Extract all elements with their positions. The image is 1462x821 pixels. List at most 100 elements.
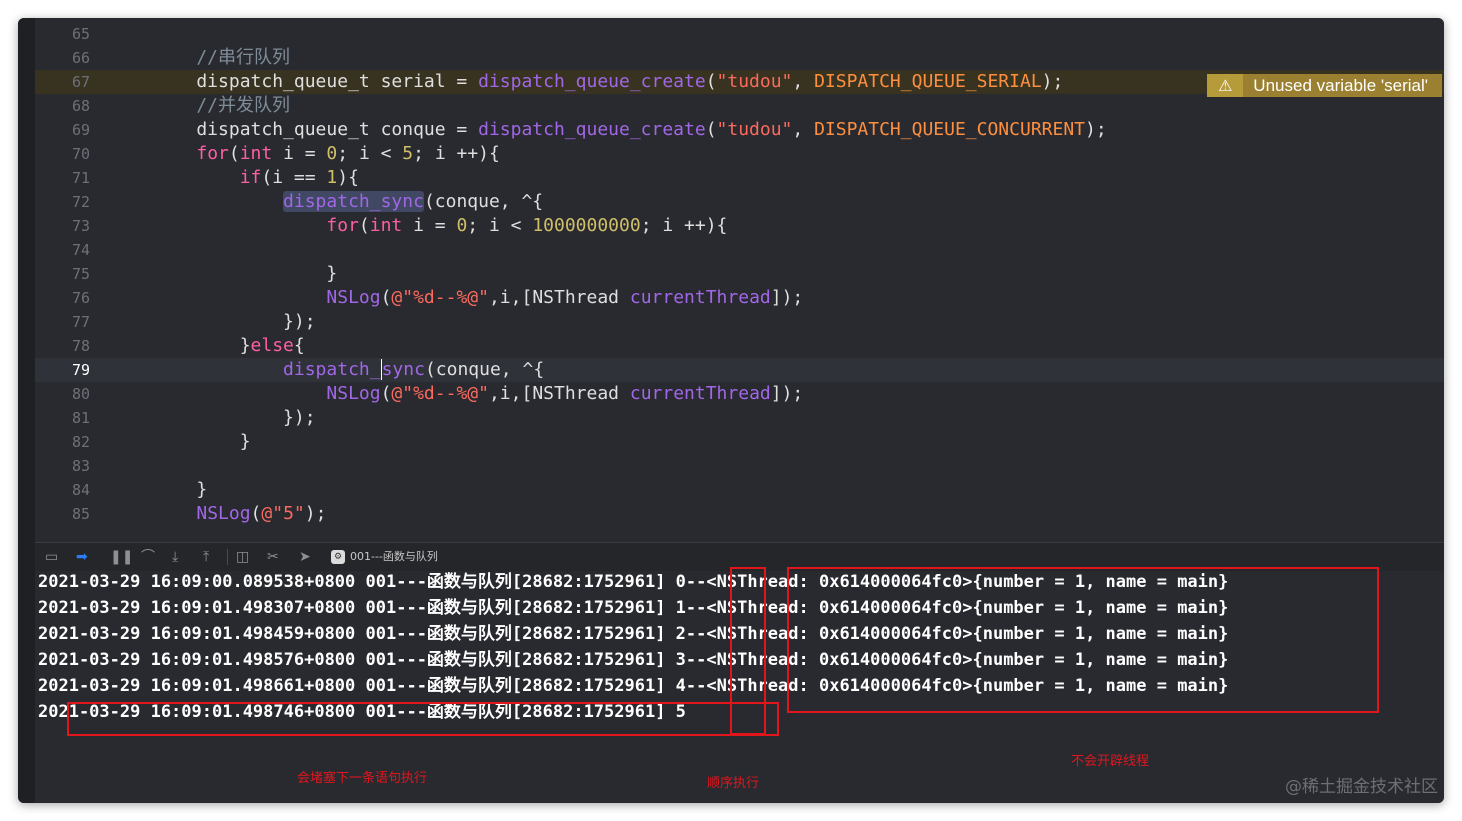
code-token: @"%d--%@": [391, 287, 489, 308]
annotation-box-thread: [787, 567, 1379, 713]
code-line[interactable]: 81 });: [35, 406, 1444, 430]
code-token: (: [705, 119, 717, 140]
pause-icon[interactable]: ❚❚: [110, 548, 133, 566]
line-number[interactable]: 82: [35, 430, 90, 454]
code-token: (: [358, 215, 370, 236]
code-line[interactable]: 77 });: [35, 310, 1444, 334]
code-text: dispatch_sync(conque, ^{: [153, 358, 544, 382]
line-number[interactable]: 66: [35, 46, 90, 70]
code-token: for: [196, 143, 229, 164]
code-token: 5: [402, 143, 414, 164]
code-token: (conque, ^{: [424, 359, 545, 380]
code-token: "tudou": [716, 119, 793, 140]
line-number[interactable]: 69: [35, 118, 90, 142]
warning-badge[interactable]: ⚠ Unused variable 'serial': [1207, 74, 1442, 97]
breakpoints-toggle-icon[interactable]: ➡: [76, 548, 88, 566]
code-line[interactable]: 73 for(int i = 0; i < 1000000000; i ++){: [35, 214, 1444, 238]
watermark: @稀土掘金技术社区: [1285, 777, 1438, 797]
code-line[interactable]: 75 }: [35, 262, 1444, 286]
line-number[interactable]: 76: [35, 286, 90, 310]
code-line[interactable]: 82 }: [35, 430, 1444, 454]
code-line[interactable]: 74: [35, 238, 1444, 262]
line-number[interactable]: 68: [35, 94, 90, 118]
line-number[interactable]: 77: [35, 310, 90, 334]
line-number[interactable]: 83: [35, 454, 90, 478]
code-token: if: [239, 167, 262, 188]
line-number[interactable]: 85: [35, 502, 90, 526]
code-text: });: [153, 406, 316, 430]
code-token: ; i <: [337, 143, 403, 164]
code-line[interactable]: 70 for(int i = 0; i < 5; i ++){: [35, 142, 1444, 166]
line-number[interactable]: 70: [35, 142, 90, 166]
code-token: //串行队列: [153, 47, 291, 68]
line-number[interactable]: 67: [35, 70, 90, 94]
code-token: }: [153, 431, 251, 452]
code-token: );: [1041, 71, 1064, 92]
code-line[interactable]: 71 if(i == 1){: [35, 166, 1444, 190]
code-token: else: [250, 335, 294, 356]
code-text: }: [153, 478, 207, 502]
line-number[interactable]: 81: [35, 406, 90, 430]
view-hierarchy-icon[interactable]: ◫: [236, 548, 249, 566]
console-output[interactable]: 2021-03-29 16:09:01.498746+0800 001---函数…: [35, 567, 1444, 803]
code-line[interactable]: 72 dispatch_sync(conque, ^{: [35, 190, 1444, 214]
memory-graph-icon[interactable]: ✂: [267, 548, 279, 566]
simulate-location-icon[interactable]: ➤: [299, 548, 311, 566]
step-out-icon[interactable]: ⤒: [203, 548, 209, 566]
code-token: sync: [380, 359, 425, 380]
code-token: NSLog: [326, 287, 381, 308]
line-number[interactable]: 74: [35, 238, 90, 262]
code-token: }: [153, 335, 251, 356]
line-number[interactable]: 80: [35, 382, 90, 406]
code-line[interactable]: 66 //串行队列: [35, 46, 1444, 70]
code-line[interactable]: 85 NSLog(@"5");: [35, 502, 1444, 526]
code-token: ; i <: [467, 215, 533, 236]
code-line[interactable]: 79 dispatch_sync(conque, ^{: [35, 358, 1444, 382]
code-line[interactable]: 68 //并发队列: [35, 94, 1444, 118]
step-into-icon[interactable]: ⤓: [172, 548, 178, 566]
code-token: {: [293, 335, 305, 356]
line-number[interactable]: 73: [35, 214, 90, 238]
code-token: ){: [337, 167, 359, 188]
code-text: NSLog(@"%d--%@",i,[NSThread currentThrea…: [153, 382, 803, 406]
line-number[interactable]: 65: [35, 22, 90, 46]
line-number[interactable]: 71: [35, 166, 90, 190]
code-token: @"%d--%@": [391, 383, 489, 404]
code-token: });: [153, 311, 316, 332]
code-token: for: [326, 215, 359, 236]
process-target[interactable]: ⚙ 001---函数与队列: [331, 548, 438, 566]
annotation-block-note: 会堵塞下一条语句执行: [297, 771, 428, 786]
step-over-icon[interactable]: ⌒: [141, 548, 155, 566]
xcode-window: 65 66 //串行队列 67 dispatch_queue_t serial = …: [18, 18, 1444, 803]
code-line[interactable]: 65: [35, 22, 1444, 46]
code-token: );: [1085, 119, 1107, 140]
code-token: }: [153, 479, 208, 500]
code-line[interactable]: 76 NSLog(@"%d--%@",i,[NSThread currentTh…: [35, 286, 1444, 310]
code-text: dispatch_sync(conque, ^{: [153, 190, 543, 214]
code-line[interactable]: 69 dispatch_queue_t conque = dispatch_qu…: [35, 118, 1444, 142]
process-target-label: 001---函数与队列: [350, 550, 438, 563]
line-number[interactable]: 72: [35, 190, 90, 214]
app-icon: ⚙: [331, 550, 345, 564]
code-line[interactable]: 83: [35, 454, 1444, 478]
code-text: for(int i = 0; i < 1000000000; i ++){: [153, 214, 727, 238]
hide-debug-area-icon[interactable]: ▭: [45, 548, 58, 566]
code-token: });: [153, 407, 316, 428]
code-token: NSLog: [196, 503, 251, 524]
warning-message: Unused variable 'serial': [1243, 74, 1442, 97]
code-token: dispatch_sync: [283, 191, 424, 212]
code-line[interactable]: 78 }else{: [35, 334, 1444, 358]
line-number[interactable]: 84: [35, 478, 90, 502]
code-token: dispatch_queue_create: [478, 119, 706, 140]
line-number[interactable]: 75: [35, 262, 90, 286]
line-number[interactable]: 79: [35, 358, 90, 382]
code-token: ; i ++){: [640, 215, 728, 236]
code-line[interactable]: 84 }: [35, 478, 1444, 502]
code-line[interactable]: 80 NSLog(@"%d--%@",i,[NSThread currentTh…: [35, 382, 1444, 406]
line-number[interactable]: 78: [35, 334, 90, 358]
